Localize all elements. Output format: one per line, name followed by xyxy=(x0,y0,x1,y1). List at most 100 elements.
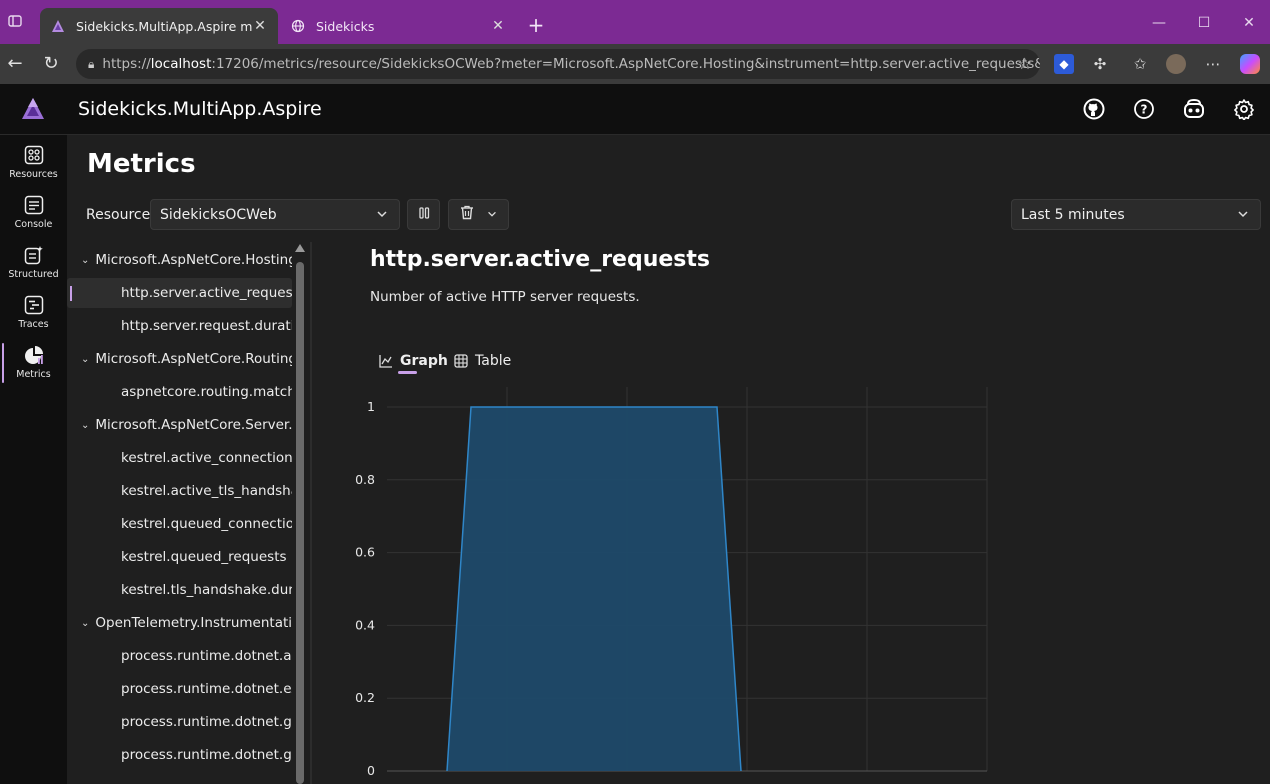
tree-item[interactable]: process.runtime.dotnet.exceptions.count xyxy=(67,674,292,704)
back-icon[interactable]: ← xyxy=(4,53,26,75)
tab-actions-icon[interactable] xyxy=(6,14,24,32)
tree-item[interactable]: process.runtime.dotnet.gc.allocations.si… xyxy=(67,707,292,737)
tree-item-label: http.server.request.duration xyxy=(121,318,292,334)
tree-group[interactable]: ⌄ Microsoft.AspNetCore.Routing xyxy=(67,344,292,374)
pause-button[interactable] xyxy=(407,199,440,230)
new-tab-button[interactable]: + xyxy=(524,14,548,38)
browser-tab-aspire[interactable]: Sidekicks.MultiApp.Aspire metrics ✕ xyxy=(40,8,278,44)
help-icon[interactable]: ? xyxy=(1131,96,1157,122)
copilot-icon[interactable] xyxy=(1240,54,1260,74)
url-host: localhost xyxy=(150,56,212,72)
github-icon[interactable] xyxy=(1081,96,1107,122)
tree-group-label: Microsoft.AspNetCore.Routing xyxy=(95,351,292,367)
url-field[interactable]: 🔒︎ https://localhost:17206/metrics/resou… xyxy=(76,49,1040,79)
tree-item[interactable]: process.runtime.dotnet.assemblies.count xyxy=(67,641,292,671)
tab-title: Sidekicks.MultiApp.Aspire metrics xyxy=(76,18,252,34)
y-tick-label: 0 xyxy=(367,763,375,778)
tree-item[interactable]: kestrel.queued_connections xyxy=(67,509,292,539)
tree-group-label: OpenTelemetry.Instrumentation.Runtime xyxy=(95,615,292,631)
tree-item-label: kestrel.queued_connections xyxy=(121,516,292,532)
tree-group-label: Microsoft.AspNetCore.Hosting xyxy=(95,252,292,268)
tree-item-label: aspnetcore.routing.match_attempts xyxy=(121,384,292,400)
nav-label: Traces xyxy=(18,319,49,330)
nav-item-resources[interactable]: Resources xyxy=(0,139,67,187)
extension-shield-icon[interactable]: ◆ xyxy=(1054,54,1074,74)
tree-item[interactable]: http.server.request.duration xyxy=(67,311,292,341)
chevron-down-icon xyxy=(1236,207,1250,221)
tree-item[interactable]: kestrel.queued_requests xyxy=(67,542,292,572)
tree-group[interactable]: ⌄ Microsoft.AspNetCore.Server.Kestrel xyxy=(67,410,292,440)
tree-item[interactable]: process.runtime.dotnet.gc.collections.co… xyxy=(67,740,292,770)
remove-data-button[interactable] xyxy=(448,199,509,230)
tree-group-label: Microsoft.AspNetCore.Server.Kestrel xyxy=(95,417,292,433)
tree-item-label: process.runtime.dotnet.assemblies.count xyxy=(121,648,292,664)
nav-item-structured[interactable]: Structured xyxy=(0,239,67,287)
refresh-icon[interactable]: ↻ xyxy=(40,53,62,75)
tree-item[interactable]: kestrel.tls_handshake.duration xyxy=(67,575,292,605)
globe-icon xyxy=(290,18,306,34)
copilot-bot-icon[interactable] xyxy=(1181,96,1207,122)
nav-item-traces[interactable]: Traces xyxy=(0,289,67,337)
active-tab-indicator xyxy=(398,371,417,374)
tree-item-label: kestrel.active_connections xyxy=(121,450,292,466)
favorite-star-icon[interactable]: ☆ xyxy=(1018,54,1032,73)
settings-gear-icon[interactable] xyxy=(1231,96,1257,122)
y-tick-label: 0.2 xyxy=(355,690,375,705)
tree-item-label: process.runtime.dotnet.gc.collections.co… xyxy=(121,747,292,763)
console-icon xyxy=(23,194,45,216)
tree-item-label: kestrel.tls_handshake.duration xyxy=(121,582,292,598)
resource-select-value: SidekicksOCWeb xyxy=(160,206,277,223)
close-tab-icon[interactable]: ✕ xyxy=(252,18,268,34)
y-tick-label: 0.6 xyxy=(355,545,375,560)
tree-group[interactable]: ⌄ OpenTelemetry.Instrumentation.Runtime xyxy=(67,608,292,638)
tree-item[interactable]: kestrel.active_tls_handshakes xyxy=(67,476,292,506)
nav-item-metrics[interactable]: Metrics xyxy=(0,339,67,387)
svg-text:?: ? xyxy=(1141,103,1148,117)
app-header: Sidekicks.MultiApp.Aspire ? xyxy=(0,84,1270,135)
resource-select[interactable]: SidekicksOCWeb xyxy=(150,199,400,230)
y-tick-label: 0.4 xyxy=(355,617,375,632)
tree-item-selected[interactable]: http.server.active_requests xyxy=(67,278,292,308)
time-range-select[interactable]: Last 5 minutes xyxy=(1011,199,1261,230)
tree-item-label: process.runtime.dotnet.exceptions.count xyxy=(121,681,292,697)
maximize-icon[interactable]: ☐ xyxy=(1195,14,1213,32)
tree-item[interactable]: aspnetcore.routing.match_attempts xyxy=(67,377,292,407)
close-tab-icon[interactable]: ✕ xyxy=(490,18,506,34)
address-toolbar: ← ↻ 🔒︎ https://localhost:17206/metrics/r… xyxy=(0,44,1270,84)
nav-item-console[interactable]: Console xyxy=(0,189,67,237)
extensions-puzzle-icon[interactable]: ✣ xyxy=(1090,54,1110,74)
pause-icon xyxy=(417,205,431,224)
profile-avatar[interactable] xyxy=(1166,54,1186,74)
minimize-icon[interactable]: — xyxy=(1150,14,1168,32)
scroll-thumb[interactable] xyxy=(296,262,304,784)
panel-divider[interactable] xyxy=(310,242,312,784)
tree-item[interactable]: kestrel.active_connections xyxy=(67,443,292,473)
tree-item-label: process.runtime.dotnet.gc.allocations.si… xyxy=(121,714,292,730)
time-range-value: Last 5 minutes xyxy=(1021,206,1125,223)
pie-chart-icon xyxy=(23,344,45,366)
table-icon xyxy=(454,354,468,368)
tab-title: Sidekicks xyxy=(316,18,375,34)
scroll-up-arrow-icon[interactable] xyxy=(295,244,305,252)
chevron-down-icon: ⌄ xyxy=(81,254,90,266)
url-prefix: https:// xyxy=(102,56,151,72)
left-navigation: Resources Console Structured Traces Metr… xyxy=(0,135,67,784)
browser-tab-sidekicks[interactable]: Sidekicks ✕ xyxy=(280,8,516,44)
metric-chart: 0 0.2 0.4 0.6 0.8 1 xyxy=(355,387,988,778)
tree-scrollbar[interactable] xyxy=(294,242,306,784)
main-content: Metrics Resource SidekicksOCWeb Last 5 m… xyxy=(67,135,1270,784)
aspire-logo-icon[interactable] xyxy=(20,96,46,122)
favorites-icon[interactable]: ✩ xyxy=(1130,54,1150,74)
app-title: Sidekicks.MultiApp.Aspire xyxy=(78,98,322,120)
y-tick-label: 1 xyxy=(367,399,375,414)
close-window-icon[interactable]: ✕ xyxy=(1240,14,1258,32)
nav-label: Structured xyxy=(8,269,59,280)
tree-group[interactable]: ⌄ Microsoft.AspNetCore.Hosting xyxy=(67,245,292,275)
series-area xyxy=(447,407,741,771)
metric-description: Number of active HTTP server requests. xyxy=(370,289,640,305)
tab-table[interactable]: Table xyxy=(454,349,511,373)
more-menu-icon[interactable]: ⋯ xyxy=(1203,54,1223,74)
nav-label: Console xyxy=(14,219,53,230)
tab-graph[interactable]: Graph xyxy=(379,349,448,373)
graph-icon xyxy=(379,354,393,368)
